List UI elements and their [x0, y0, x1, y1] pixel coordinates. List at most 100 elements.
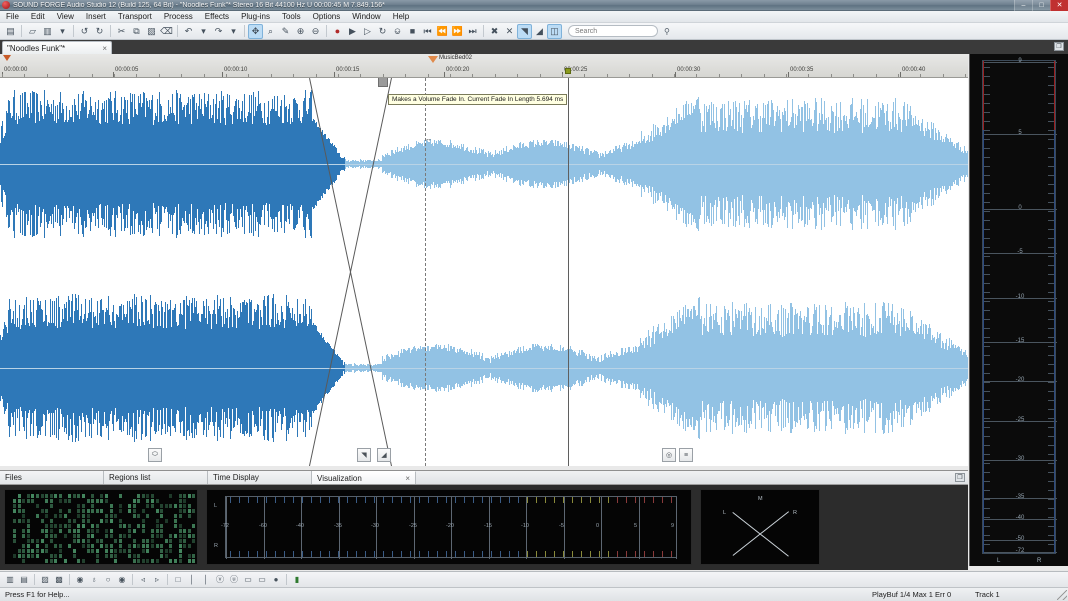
region-marker-musicbed02[interactable]: MusicBed02 [428, 55, 472, 63]
fade-in-handle-icon[interactable]: ◥ [357, 448, 371, 462]
volume-up-button[interactable]: ▹ [150, 573, 164, 586]
menu-item-effects[interactable]: Effects [199, 11, 235, 23]
peak-meter-minor-tick [527, 497, 528, 503]
close-button[interactable]: ✕ [1050, 0, 1068, 11]
save-options-dropdown[interactable]: ▾ [55, 24, 70, 39]
meter-scale-button[interactable]: ▨ [38, 573, 52, 586]
forward-button[interactable]: ⏩ [450, 24, 465, 39]
menu-item-plug-ins[interactable]: Plug-ins [235, 11, 276, 23]
region-length-icon[interactable]: ≡ [679, 448, 693, 462]
menu-item-view[interactable]: View [51, 11, 80, 23]
meter-minor-tick [983, 481, 990, 482]
minimize-button[interactable]: – [1014, 0, 1032, 11]
redo-button[interactable]: ↷ [211, 24, 226, 39]
pencil-tool-button[interactable]: ✎ [278, 24, 293, 39]
document-tab-noodles-funk[interactable]: "Noodles Funk"* × [2, 41, 112, 54]
timeline-ruler[interactable]: 00:00:00 00:00:05 00:00:10 00:00:15 00:00:20… [0, 54, 968, 78]
toolbar-separator [244, 25, 245, 37]
play-all-button[interactable]: ▶ [345, 24, 360, 39]
fade-out-button[interactable]: ◢ [532, 24, 547, 39]
zoom-out-button[interactable]: ⊖ [308, 24, 323, 39]
playlist-button[interactable]: ▭ [255, 573, 269, 586]
loop-region-icon[interactable]: ◎ [662, 448, 676, 462]
loop-playback-button[interactable]: ↻ [375, 24, 390, 39]
close-icon[interactable]: × [102, 44, 107, 53]
peak-meter-display[interactable]: -72 -60 -40 -35 -30 -25 -20 -15 -10 -5 0 5 9 L R [206, 489, 692, 565]
dock-tab-visualization[interactable]: Visualization × [312, 471, 416, 484]
magnifier-icon[interactable]: ⚲ [664, 27, 670, 36]
record-button[interactable]: ● [330, 24, 345, 39]
marker-prev-button[interactable]: │ [199, 573, 213, 586]
region-start-button[interactable]: ⓥ [213, 573, 227, 586]
play-button[interactable]: ▷ [360, 24, 375, 39]
cd-burn-button[interactable]: ● [269, 573, 283, 586]
fade-in-button[interactable]: ◥ [517, 23, 532, 39]
rewind-button[interactable]: ⏪ [435, 24, 450, 39]
record-level-meter[interactable]: 9 5 0 -5 -10 -15 -20 -25 -30 -35 -40 -50 -72 L R [969, 54, 1068, 566]
monitor-button[interactable]: ♁ [87, 573, 101, 586]
undo-dropdown[interactable]: ▾ [196, 24, 211, 39]
menu-item-transport[interactable]: Transport [112, 11, 158, 23]
spectrogram-display[interactable] [4, 489, 198, 565]
playback-position-line[interactable] [568, 78, 569, 466]
cut-button[interactable]: ✂ [114, 24, 129, 39]
region-end-button[interactable]: ⓤ [227, 573, 241, 586]
crossfade-button[interactable]: ✕ [502, 24, 517, 39]
restore-document-button[interactable]: ❐ [1054, 42, 1064, 51]
spectrogram-cell [31, 494, 35, 498]
spectrogram-cell [192, 509, 196, 513]
menu-item-tools[interactable]: Tools [276, 11, 307, 23]
shuffle-button[interactable]: ✖ [487, 24, 502, 39]
menu-item-window[interactable]: Window [346, 11, 386, 23]
waveform-display[interactable]: ↔ Makes a Volume Fade In. Current Fade In… [0, 78, 968, 466]
envelope-marker-icon[interactable]: ⬭ [148, 448, 162, 462]
meter-peak-button[interactable]: ▩ [52, 573, 66, 586]
pause-button[interactable]: ⎉ [390, 24, 405, 39]
open-file-button[interactable]: ▱ [25, 24, 40, 39]
restore-dock-button[interactable]: ❐ [955, 473, 965, 482]
zoom-in-button[interactable]: ⊕ [293, 24, 308, 39]
go-to-end-button[interactable]: ⏭ [465, 24, 480, 39]
save-file-button[interactable]: ▥ [40, 24, 55, 39]
dock-tab-files[interactable]: Files [0, 471, 104, 484]
redo-dropdown[interactable]: ▾ [226, 24, 241, 39]
record-level-button[interactable]: ◉ [73, 573, 87, 586]
undo-button[interactable]: ↶ [181, 24, 196, 39]
undo-history-button[interactable]: ↺ [77, 24, 92, 39]
menu-item-edit[interactable]: Edit [25, 11, 51, 23]
copy-button[interactable]: ⧉ [129, 24, 144, 39]
meter-reset-button[interactable]: ▥ [3, 573, 17, 586]
dock-tab-time-display[interactable]: Time Display [208, 471, 312, 484]
go-to-start-button[interactable]: ⏮ [420, 24, 435, 39]
marker-add-button[interactable]: │ [185, 573, 199, 586]
resize-grip[interactable] [1057, 590, 1067, 600]
region-start-marker[interactable] [565, 68, 571, 74]
menu-item-options[interactable]: Options [307, 11, 347, 23]
maximize-button[interactable]: □ [1032, 0, 1050, 11]
loop-button[interactable]: □ [171, 573, 185, 586]
fade-handle-box[interactable] [378, 78, 388, 87]
search-input[interactable]: Search [568, 25, 658, 37]
menu-item-file[interactable]: File [0, 11, 25, 23]
dock-tab-regions-list[interactable]: Regions list [104, 471, 208, 484]
menu-item-insert[interactable]: Insert [80, 11, 112, 23]
paste-button[interactable]: ▧ [144, 24, 159, 39]
menu-item-process[interactable]: Process [158, 11, 199, 23]
regions-view-button[interactable]: ▭ [241, 573, 255, 586]
magnify-tool-button[interactable]: ⌕ [263, 24, 278, 39]
menu-item-help[interactable]: Help [387, 11, 415, 23]
stop-button[interactable]: ■ [405, 24, 420, 39]
delete-button[interactable]: ⌫ [159, 24, 174, 39]
mute-button[interactable]: ○ [101, 573, 115, 586]
meter-hold-button[interactable]: ▤ [17, 573, 31, 586]
volume-down-button[interactable]: ◃ [136, 573, 150, 586]
battery-status-icon[interactable]: ▮ [290, 573, 304, 586]
solo-button[interactable]: ◉ [115, 573, 129, 586]
normalize-button[interactable]: ◫ [547, 23, 562, 39]
edit-tool-button[interactable]: ✥ [248, 23, 263, 39]
phase-scope-display[interactable]: M L R [700, 489, 820, 565]
close-icon[interactable]: × [405, 474, 410, 483]
new-file-button[interactable]: ▤ [3, 24, 18, 39]
redo-history-button[interactable]: ↻ [92, 24, 107, 39]
fade-out-handle-icon[interactable]: ◢ [377, 448, 391, 462]
